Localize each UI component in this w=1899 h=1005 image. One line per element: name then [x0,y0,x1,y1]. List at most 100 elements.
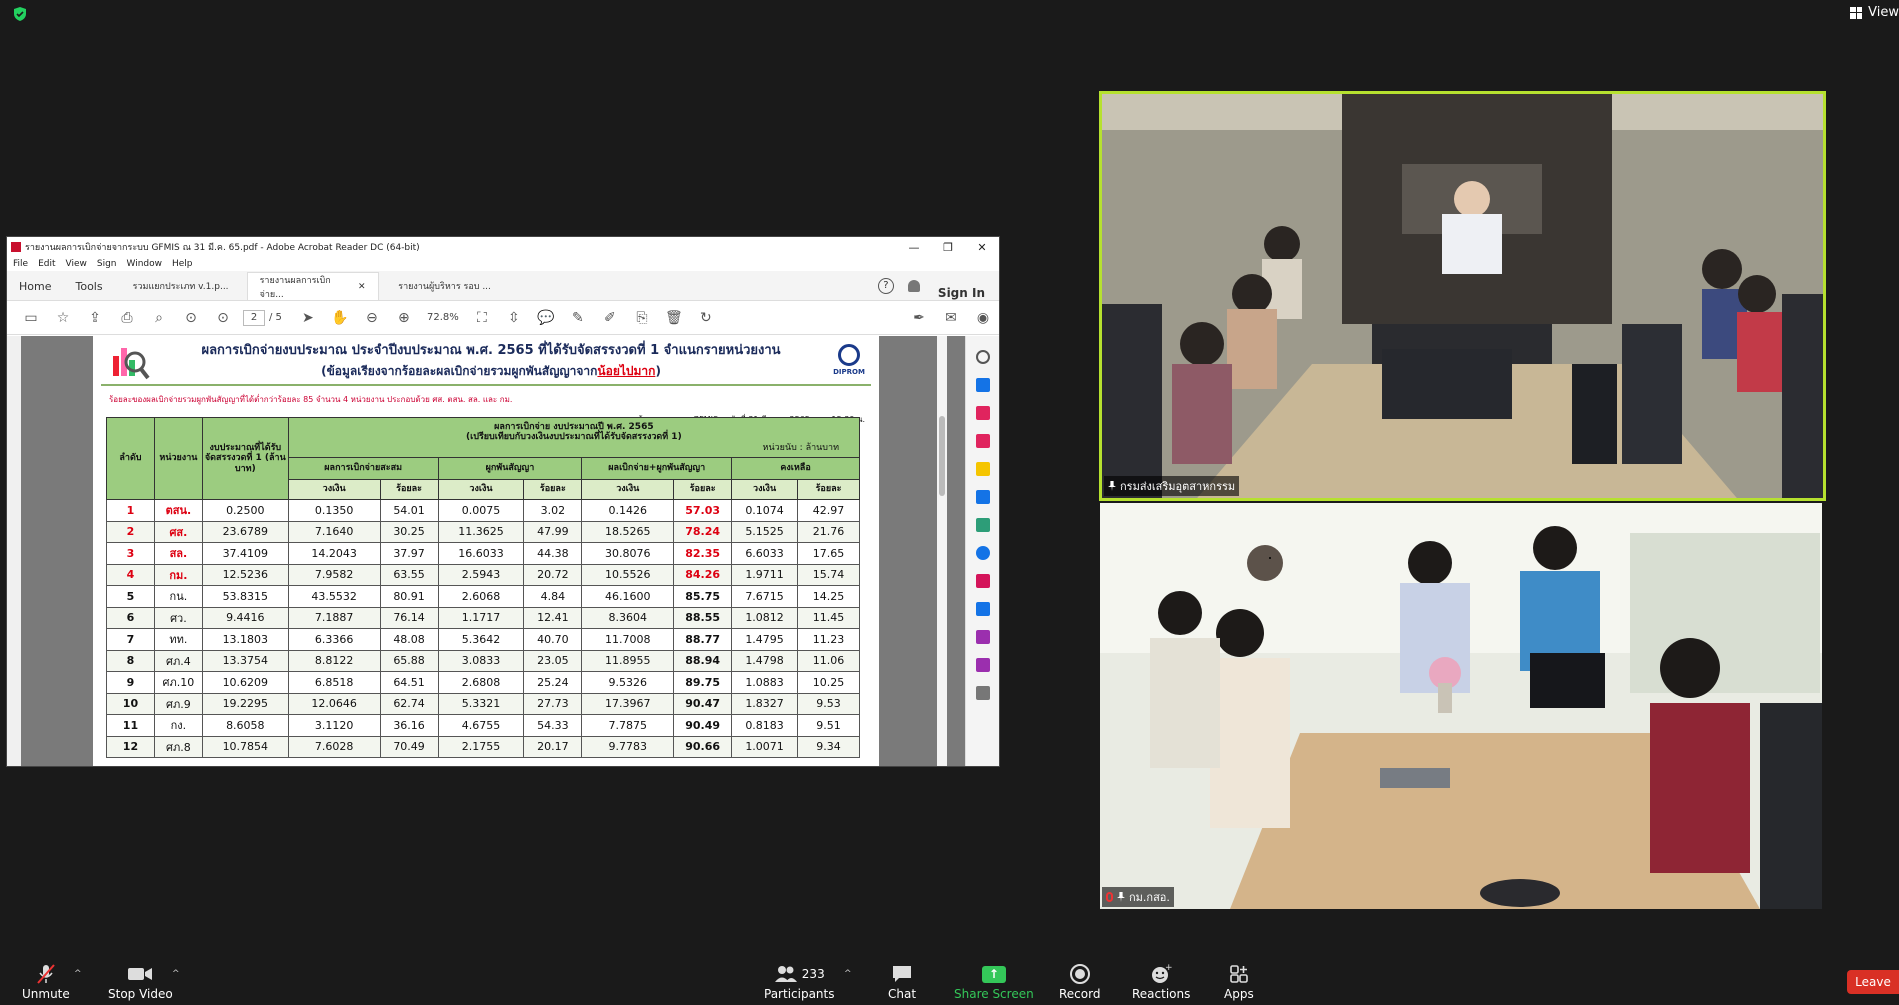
record-button[interactable]: Record [1059,963,1100,1001]
leave-button[interactable]: Leave [1847,970,1899,994]
table-row: 3 สล. 37.4109 14.2043 37.97 16.6033 44.38 30.80… [106,542,860,565]
left-panel-toggle[interactable] [7,336,21,766]
close-icon[interactable]: ✕ [965,241,999,254]
combine-files-icon[interactable] [975,490,990,504]
draw-icon[interactable]: ✐ [594,306,626,330]
collapse-panel-icon[interactable] [975,686,990,700]
video-tile-participant[interactable]: กม.กสอ. [1100,503,1822,909]
cell-rem-pct: 21.76 [797,520,860,543]
stamp-icon[interactable]: ⎘ [626,306,658,330]
zoom-meeting-window: View รายงานผลการเบิกจ่ายจากระบบ GFMIS ณ … [0,0,1899,1005]
cell-rem-amt: 0.1074 [731,499,799,522]
tab-document-1[interactable]: รวมแยกประเภท v.1.p... [115,272,247,300]
compress-icon[interactable] [975,518,990,532]
audio-options-caret-icon[interactable]: ^ [74,969,82,979]
chat-button[interactable]: Chat [888,963,916,1001]
find-icon[interactable]: ⌕ [143,306,175,330]
share-screen-button[interactable]: ↑ Share Screen [954,963,1034,1001]
pdf-title: ผลการเบิกจ่ายงบประมาณ ประจำปีงบประมาณ พ.… [201,343,781,358]
restore-icon[interactable]: ❐ [931,241,965,254]
menu-file[interactable]: File [13,259,28,269]
encryption-shield-icon[interactable] [12,6,28,22]
zoom-level-select[interactable]: 72.8% [420,312,466,323]
scroll-mode-icon[interactable]: ⇳ [498,306,530,330]
unmute-button[interactable]: Unmute [22,963,70,1001]
menu-edit[interactable]: Edit [38,259,55,269]
more-tools-icon[interactable] [975,658,990,672]
cell-unit: ตสน. [153,499,203,522]
record-icon [1069,963,1091,985]
view-label: View [1868,5,1899,20]
comment-tool-icon[interactable] [975,462,990,476]
bookmark-star-icon[interactable]: ☆ [47,306,79,330]
apps-button[interactable]: Apps [1224,963,1254,1001]
share-user-icon[interactable]: ◉ [967,306,999,330]
fill-sign-icon[interactable]: ✒ [903,306,935,330]
delete-icon[interactable]: 🗑 [658,306,690,330]
menu-window[interactable]: Window [127,259,163,269]
tab-document-3[interactable]: รายงานผู้บริหาร รอบ ... [379,272,511,300]
fill-sign-tool-icon[interactable] [975,574,990,588]
save-icon[interactable]: ▭ [15,306,47,330]
vertical-scrollbar[interactable] [937,336,947,766]
cell-unit: ศภ.9 [153,692,203,715]
page-number-input[interactable]: 2 [243,309,265,326]
acrobat-menu-bar: File Edit View Sign Window Help [7,257,999,271]
hand-tool-icon[interactable]: ✋ [324,306,356,330]
scan-ocr-icon[interactable] [975,546,990,560]
cell-cum-pct: 54.01 [379,499,439,522]
acrobat-toolbar: ▭ ☆ ⇪ ⎙ ⌕ ⊙ ⊙ 2 / 5 ➤ ✋ ⊖ ⊕ 72.8% ⛶ ⇳ 💬 … [7,301,999,335]
menu-view[interactable]: View [66,259,87,269]
rotate-icon[interactable]: ↻ [690,306,722,330]
cell-unit: ศว. [153,606,203,629]
organize-pages-icon[interactable] [975,406,990,420]
menu-sign[interactable]: Sign [97,259,117,269]
cell-budget: 10.6209 [201,671,289,694]
export-pdf-icon[interactable] [975,378,990,392]
document-viewport[interactable]: ผลการเบิกจ่ายงบประมาณ ประจำปีงบประมาณ พ.… [7,336,999,766]
minimize-icon[interactable]: — [897,241,931,254]
comment-icon[interactable]: 💬 [530,306,562,330]
view-button[interactable]: View [1850,5,1899,20]
create-pdf-icon[interactable] [975,434,990,448]
tab-tools[interactable]: Tools [63,272,114,300]
previous-page-icon[interactable]: ⊙ [175,306,207,330]
upload-icon[interactable]: ⇪ [79,306,111,330]
zoom-out-icon[interactable]: ⊖ [356,306,388,330]
help-icon[interactable]: ? [877,278,894,294]
cell-no: 1 [106,499,155,522]
menu-help[interactable]: Help [172,259,193,269]
cell-rem-amt: 1.9711 [731,563,799,586]
reactions-button[interactable]: + Reactions [1132,963,1190,1001]
stop-video-button[interactable]: Stop Video [108,963,173,1001]
grid-icon [1850,6,1863,19]
protect-icon[interactable] [975,602,990,616]
cell-cum-pct: 80.91 [379,585,439,608]
participants-caret-icon[interactable]: ^ [844,969,852,979]
budget-table-body: 1 ตสน. 0.2500 0.1350 54.01 0.0075 3.02 0.1426 57… [106,499,860,758]
fit-page-icon[interactable]: ⛶ [466,306,498,330]
sign-in-button[interactable]: Sign In [938,286,999,300]
svg-text:+: + [1165,963,1172,973]
email-icon[interactable]: ✉ [935,306,967,330]
next-page-icon[interactable]: ⊙ [207,306,239,330]
select-cursor-icon[interactable]: ➤ [292,306,324,330]
cell-rem-pct: 9.51 [797,714,860,737]
video-tile-active-speaker[interactable]: กรมส่งเสริมอุตสาหกรรม [1099,91,1826,501]
scroll-thumb[interactable] [939,416,945,496]
search-tool-icon[interactable] [975,350,990,364]
cell-rem-amt: 1.8327 [731,692,799,715]
edit-pdf-icon[interactable] [975,630,990,644]
tab-document-2[interactable]: รายงานผลการเบิกจ่าย... ✕ [246,272,379,300]
print-icon[interactable]: ⎙ [111,306,143,330]
notification-bell-icon[interactable] [907,280,920,292]
highlight-pen-icon[interactable]: ✎ [562,306,594,330]
tab-home[interactable]: Home [7,272,63,300]
cell-com-amt: 0.0075 [437,499,525,522]
participants-button[interactable]: 233 Participants [764,963,835,1001]
video-options-caret-icon[interactable]: ^ [172,969,180,979]
tab-close-icon[interactable]: ✕ [358,282,366,292]
zoom-in-icon[interactable]: ⊕ [388,306,420,330]
cell-tot-amt: 11.8955 [581,649,675,672]
cell-rem-pct: 10.25 [797,671,860,694]
